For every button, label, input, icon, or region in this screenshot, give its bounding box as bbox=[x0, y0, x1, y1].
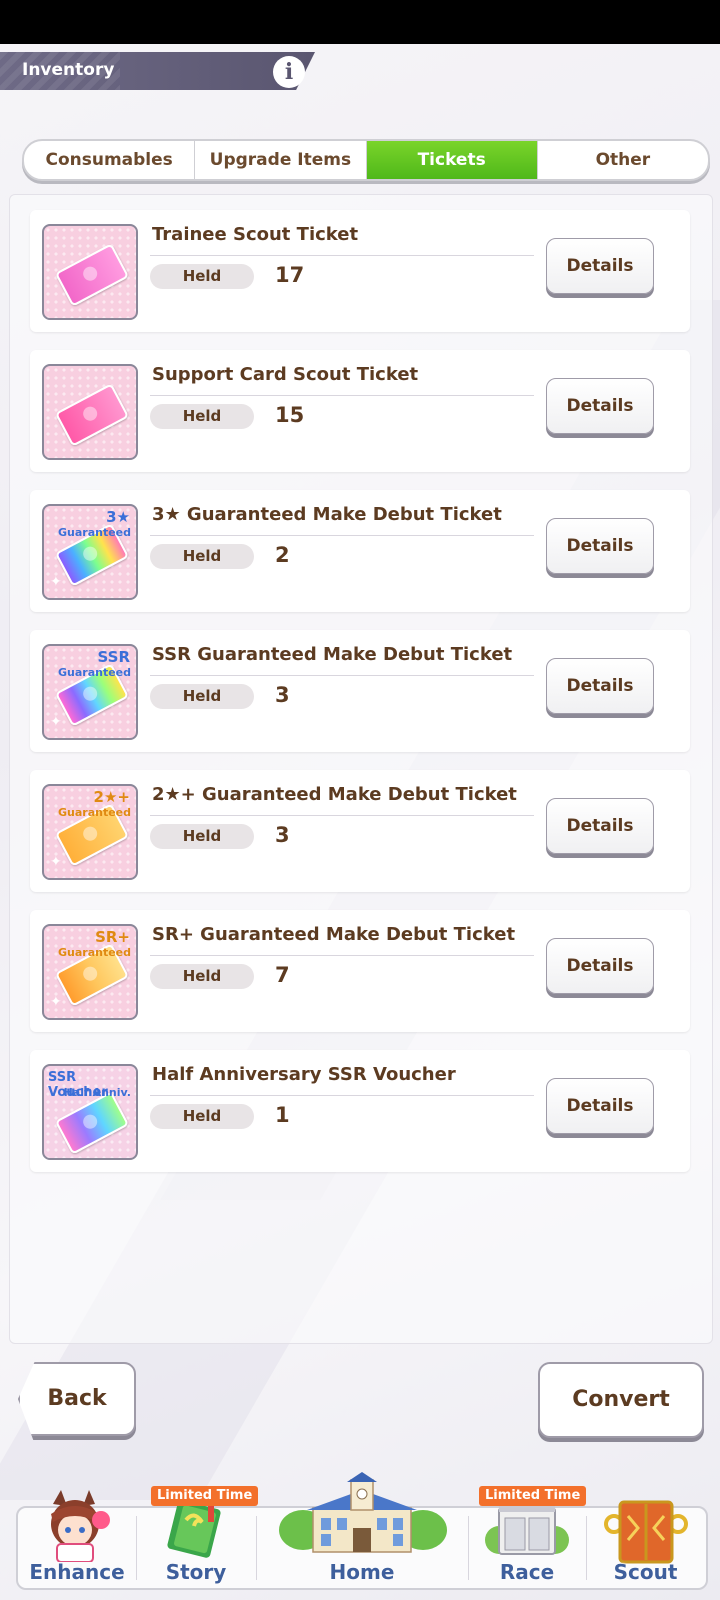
held-label: Held bbox=[150, 824, 254, 849]
item-name: Trainee Scout Ticket bbox=[152, 224, 359, 245]
nav-enhance[interactable]: Enhance bbox=[18, 1490, 136, 1588]
held-label: Held bbox=[150, 264, 254, 289]
thumbnail-badge: 2★+ bbox=[93, 788, 130, 806]
sparkle-icon: ✦ bbox=[50, 854, 62, 870]
list-item: SR+ Guaranteed ✦ SR+ Guaranteed Make Deb… bbox=[30, 910, 690, 1032]
ticket-icon bbox=[54, 1091, 130, 1155]
item-name: SSR Guaranteed Make Debut Ticket bbox=[152, 644, 513, 665]
list-item: SSR Guaranteed ✦ SSR Guaranteed Make Deb… bbox=[30, 630, 690, 752]
held-label: Held bbox=[150, 1104, 254, 1129]
item-name: Half Anniversary SSR Voucher bbox=[152, 1064, 456, 1085]
details-button[interactable]: Details bbox=[546, 1078, 654, 1134]
divider bbox=[150, 955, 534, 956]
item-name: 3★ Guaranteed Make Debut Ticket bbox=[152, 504, 502, 525]
ticket-thumbnail bbox=[42, 364, 138, 460]
list-item: 2★+ Guaranteed ✦ 2★+ Guaranteed Make Deb… bbox=[30, 770, 690, 892]
divider bbox=[150, 535, 534, 536]
list-item: SSR Voucher Half Anniv. Half Anniversary… bbox=[30, 1050, 690, 1172]
item-name: SR+ Guaranteed Make Debut Ticket bbox=[152, 924, 516, 945]
held-label: Held bbox=[150, 404, 254, 429]
divider bbox=[150, 1095, 534, 1096]
divider bbox=[150, 675, 534, 676]
thumbnail-badge: SSR bbox=[97, 648, 130, 666]
details-button[interactable]: Details bbox=[546, 238, 654, 294]
category-tabs: Consumables Upgrade Items Tickets Other bbox=[22, 139, 710, 181]
tab-other[interactable]: Other bbox=[538, 141, 708, 179]
info-icon[interactable]: i bbox=[273, 56, 305, 88]
ticket-icon bbox=[54, 383, 130, 447]
list-item: Support Card Scout Ticket Held 15 Detail… bbox=[30, 350, 690, 472]
item-name: Support Card Scout Ticket bbox=[152, 364, 419, 385]
details-button[interactable]: Details bbox=[546, 378, 654, 434]
held-count: 15 bbox=[275, 403, 305, 427]
held-count: 7 bbox=[275, 963, 290, 987]
thumbnail-badge: 3★ bbox=[106, 508, 130, 526]
list-item: Trainee Scout Ticket Held 17 Details bbox=[30, 210, 690, 332]
ticket-icon bbox=[54, 243, 130, 307]
nav-race[interactable]: Race bbox=[469, 1502, 585, 1588]
divider bbox=[150, 255, 534, 256]
thumbnail-badge-sub: Guaranteed bbox=[57, 526, 131, 539]
list-item: 3★ Guaranteed ✦ 3★ Guaranteed Make Debut… bbox=[30, 490, 690, 612]
item-name: 2★+ Guaranteed Make Debut Ticket bbox=[152, 784, 517, 805]
back-button[interactable]: Back bbox=[18, 1362, 136, 1436]
nav-home[interactable]: Home bbox=[257, 1472, 467, 1588]
details-button[interactable]: Details bbox=[546, 798, 654, 854]
divider bbox=[150, 395, 534, 396]
nav-label: Race bbox=[499, 1560, 555, 1584]
thumbnail-badge-sub: Guaranteed bbox=[57, 946, 131, 959]
status-bar bbox=[0, 0, 720, 44]
held-count: 3 bbox=[275, 823, 290, 847]
character-avatar-icon bbox=[51, 1490, 110, 1562]
tab-upgrade-items[interactable]: Upgrade Items bbox=[195, 141, 367, 179]
thumbnail-badge-sub: Guaranteed bbox=[57, 666, 131, 679]
page-title: Inventory bbox=[22, 60, 115, 80]
nav-story[interactable]: Story bbox=[137, 1500, 255, 1588]
tab-consumables[interactable]: Consumables bbox=[24, 141, 196, 179]
limited-time-badge: Limited Time bbox=[479, 1486, 587, 1506]
held-label: Held bbox=[150, 964, 254, 989]
held-label: Held bbox=[150, 684, 254, 709]
details-button[interactable]: Details bbox=[546, 518, 654, 574]
limited-time-badge: Limited Time bbox=[151, 1486, 259, 1506]
held-count: 3 bbox=[275, 683, 290, 707]
details-button[interactable]: Details bbox=[546, 658, 654, 714]
held-count: 17 bbox=[275, 263, 305, 287]
divider bbox=[150, 815, 534, 816]
sparkle-icon: ✦ bbox=[50, 714, 62, 730]
held-count: 1 bbox=[275, 1103, 290, 1127]
held-count: 2 bbox=[275, 543, 290, 567]
ticket-thumbnail: 3★ Guaranteed ✦ bbox=[42, 504, 138, 600]
school-building-icon bbox=[279, 1472, 447, 1553]
nav-label: Scout bbox=[613, 1560, 678, 1584]
ticket-thumbnail: SSR Guaranteed ✦ bbox=[42, 644, 138, 740]
nav-scout[interactable]: Scout bbox=[587, 1500, 704, 1588]
details-button[interactable]: Details bbox=[546, 938, 654, 994]
thumbnail-badge-sub: Guaranteed bbox=[57, 806, 131, 819]
convert-button[interactable]: Convert bbox=[538, 1362, 704, 1438]
tab-tickets[interactable]: Tickets bbox=[366, 141, 538, 179]
thumbnail-badge-sub: Half Anniv. bbox=[63, 1086, 131, 1099]
nav-label: Enhance bbox=[29, 1560, 125, 1584]
held-label: Held bbox=[150, 544, 254, 569]
scout-door-icon bbox=[603, 1500, 688, 1564]
sparkle-icon: ✦ bbox=[50, 994, 62, 1010]
bottom-nav: Enhance Story Home Race Scout bbox=[16, 1472, 708, 1590]
ticket-thumbnail: SR+ Guaranteed ✦ bbox=[42, 924, 138, 1020]
thumbnail-badge: SR+ bbox=[95, 928, 130, 946]
sparkle-icon: ✦ bbox=[50, 574, 62, 590]
book-icon bbox=[167, 1500, 221, 1558]
nav-label: Home bbox=[329, 1560, 395, 1584]
ticket-thumbnail: 2★+ Guaranteed ✦ bbox=[42, 784, 138, 880]
ticket-thumbnail bbox=[42, 224, 138, 320]
ticket-thumbnail: SSR Voucher Half Anniv. bbox=[42, 1064, 138, 1160]
nav-label: Story bbox=[165, 1560, 227, 1584]
